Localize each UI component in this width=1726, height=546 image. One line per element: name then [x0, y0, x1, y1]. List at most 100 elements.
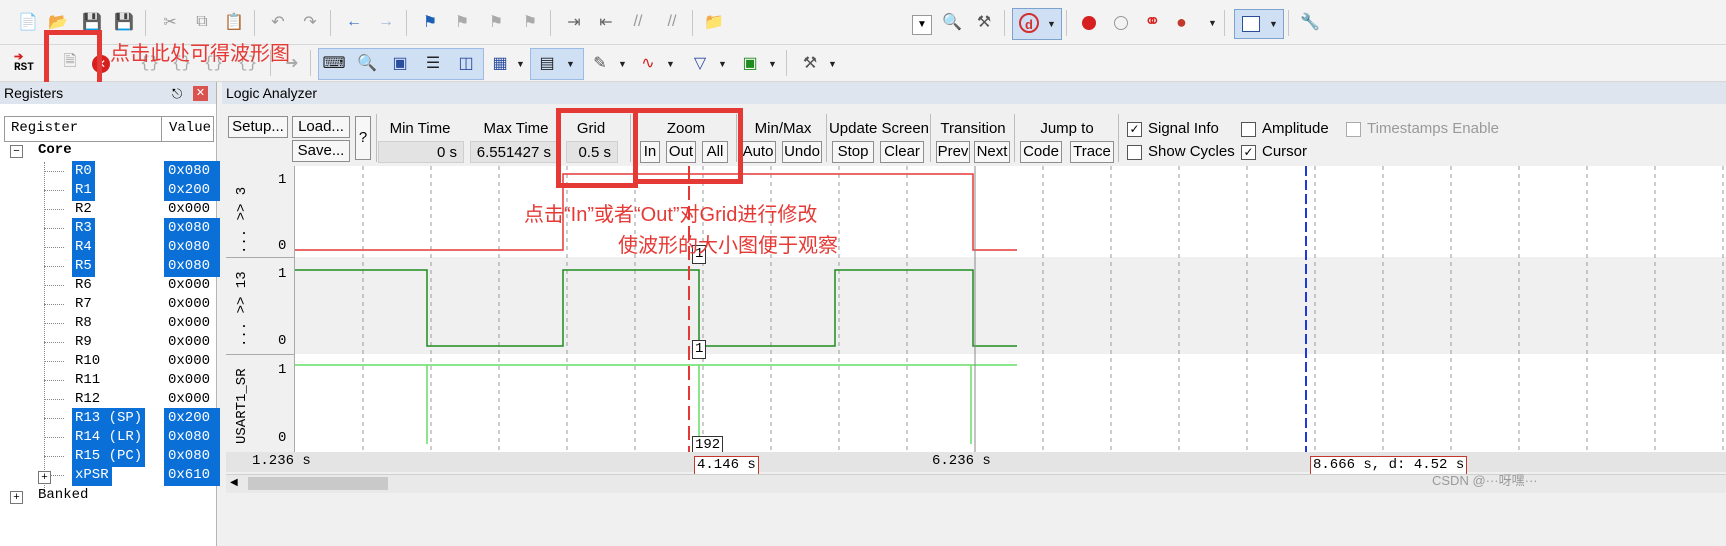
signal-name-3[interactable]: USART1_SR [234, 368, 250, 444]
forward-arrow-icon[interactable]: → [374, 10, 398, 34]
register-row[interactable]: R12 0x000 [0, 389, 236, 410]
register-value[interactable]: 0x080 [164, 256, 220, 277]
chevron-down-icon[interactable]: ▼ [666, 59, 675, 69]
signal-name-2[interactable]: ... >> 13 [234, 271, 250, 347]
register-value[interactable]: 0x000 [164, 313, 220, 334]
reset-button[interactable]: ➔ RST [14, 53, 34, 74]
jump-trace-button[interactable]: Trace [1070, 141, 1114, 163]
register-value[interactable]: 0x080 [164, 161, 220, 182]
dropdown-icon[interactable]: ▼ [912, 15, 932, 35]
amplitude-checkbox[interactable] [1241, 122, 1256, 137]
scroll-left-icon[interactable]: ◀ [230, 477, 238, 488]
find-in-files-icon[interactable]: 📁 [702, 10, 726, 34]
register-row[interactable]: R4 0x080 [0, 237, 236, 258]
save-all-icon[interactable]: 💾 [112, 10, 136, 34]
register-value[interactable]: 0x000 [164, 332, 220, 353]
register-row[interactable]: R13 (SP) 0x200 [0, 408, 236, 429]
cut-icon[interactable]: ✂ [158, 10, 182, 34]
register-value[interactable]: 0x000 [164, 351, 220, 372]
chevron-down-icon[interactable]: ▼ [618, 59, 627, 69]
register-value[interactable]: 0x000 [164, 275, 220, 296]
trace-window-icon[interactable]: ▽ [688, 51, 712, 75]
watch-window-icon[interactable]: ▦ [488, 51, 512, 75]
register-value[interactable]: 0x080 [164, 218, 220, 239]
register-row[interactable]: R10 0x000 [0, 351, 236, 372]
register-row[interactable]: R2 0x000 [0, 199, 236, 220]
timestamps-checkbox[interactable] [1346, 122, 1361, 137]
command-window-icon[interactable]: ⌨ [322, 51, 346, 75]
kill-breakpoints-icon[interactable]: ⚭ [1144, 12, 1164, 32]
save-button[interactable]: Save... [292, 140, 350, 162]
stop-button[interactable]: Stop [832, 141, 874, 163]
help-button[interactable]: ? [355, 116, 371, 160]
clear-bookmark-icon[interactable]: ⚑ [518, 10, 542, 34]
register-value[interactable]: 0x080 [164, 427, 220, 448]
prev-transition-button[interactable]: Prev [936, 141, 970, 163]
show-cycles-checkbox[interactable] [1127, 145, 1142, 160]
register-value[interactable]: 0x080 [164, 237, 220, 258]
register-column-header[interactable]: Register [11, 120, 78, 136]
value-column-header[interactable]: Value [169, 120, 211, 136]
load-button[interactable]: Load... [292, 116, 350, 138]
jump-code-button[interactable]: Code [1020, 141, 1062, 163]
analysis-window-icon[interactable]: ∿ [636, 51, 660, 75]
next-bookmark-icon[interactable]: ⚑ [484, 10, 508, 34]
minmax-auto-button[interactable]: Auto [740, 141, 776, 163]
debug-tools-icon[interactable]: ⚒ [972, 10, 996, 34]
pin-icon[interactable]: ⎋ [172, 86, 182, 102]
serial-window-icon[interactable]: ✎ [588, 51, 612, 75]
chevron-down-icon[interactable]: ▼ [516, 59, 525, 69]
signal-info-checkbox[interactable]: ✓ [1127, 122, 1142, 137]
paste-icon[interactable]: 📋 [222, 10, 246, 34]
chevron-down-icon[interactable]: ▼ [828, 59, 837, 69]
undo-icon[interactable]: ↶ [266, 10, 290, 34]
chevron-down-icon[interactable]: ▼ [768, 59, 777, 69]
window-layout-button[interactable]: ▼ [1234, 9, 1284, 39]
register-value[interactable]: 0x000 [164, 199, 220, 220]
register-value[interactable]: 0x200 [164, 180, 220, 201]
registers-window-icon[interactable]: ☰ [421, 51, 445, 75]
collapse-icon[interactable]: − [10, 145, 23, 158]
register-value[interactable]: 0x610 [164, 465, 220, 486]
scrollbar-thumb[interactable] [248, 477, 388, 490]
comment-icon[interactable]: // [626, 10, 650, 34]
register-row[interactable]: R7 0x000 [0, 294, 236, 315]
copy-icon[interactable]: ⧉ [190, 10, 214, 34]
register-value[interactable]: 0x000 [164, 294, 220, 315]
register-row[interactable]: R9 0x000 [0, 332, 236, 353]
indent-icon[interactable]: ⇥ [562, 10, 586, 34]
breakpoint-settings-icon[interactable]: ● [1176, 12, 1196, 32]
register-value[interactable]: 0x000 [164, 389, 220, 410]
call-stack-icon[interactable]: ◫ [454, 51, 478, 75]
debug-session-button[interactable]: d ▼ [1012, 8, 1062, 40]
toolbox-icon[interactable]: ⚒ [798, 51, 822, 75]
register-value[interactable]: 0x200 [164, 408, 220, 429]
register-group-core[interactable]: Core [38, 142, 72, 158]
register-row[interactable]: R3 0x080 [0, 218, 236, 239]
register-value[interactable]: 0x080 [164, 446, 220, 467]
signal-name-1[interactable]: ... >> 3 [234, 187, 250, 254]
register-row[interactable]: R8 0x000 [0, 313, 236, 334]
redo-icon[interactable]: ↷ [298, 10, 322, 34]
expand-icon[interactable]: + [38, 471, 51, 484]
disassembly-icon[interactable]: 🔍 [355, 51, 379, 75]
new-file-icon[interactable]: 📄 [16, 10, 40, 34]
cursor-checkbox[interactable]: ✓ [1241, 145, 1256, 160]
bookmark-icon[interactable]: ⚑ [418, 10, 442, 34]
chevron-down-icon[interactable]: ▼ [718, 59, 727, 69]
chevron-down-icon[interactable]: ▼ [1208, 18, 1217, 28]
back-arrow-icon[interactable]: ← [342, 10, 366, 34]
symbols-icon[interactable]: ▣ [388, 51, 412, 75]
uncomment-icon[interactable]: // [660, 10, 684, 34]
register-row[interactable]: R14 (LR) 0x080 [0, 427, 236, 448]
close-icon[interactable]: ✕ [193, 86, 208, 101]
register-row[interactable]: R15 (PC) 0x080 [0, 446, 236, 467]
register-row[interactable]: R11 0x000 [0, 370, 236, 391]
expand-icon[interactable]: + [10, 491, 23, 504]
register-row[interactable]: xPSR 0x610 [0, 465, 236, 486]
find-icon[interactable]: 🔍 [940, 10, 964, 34]
clear-button[interactable]: Clear [880, 141, 924, 163]
configure-icon[interactable]: 🔧 [1298, 10, 1322, 34]
next-transition-button[interactable]: Next [974, 141, 1010, 163]
minmax-undo-button[interactable]: Undo [782, 141, 822, 163]
